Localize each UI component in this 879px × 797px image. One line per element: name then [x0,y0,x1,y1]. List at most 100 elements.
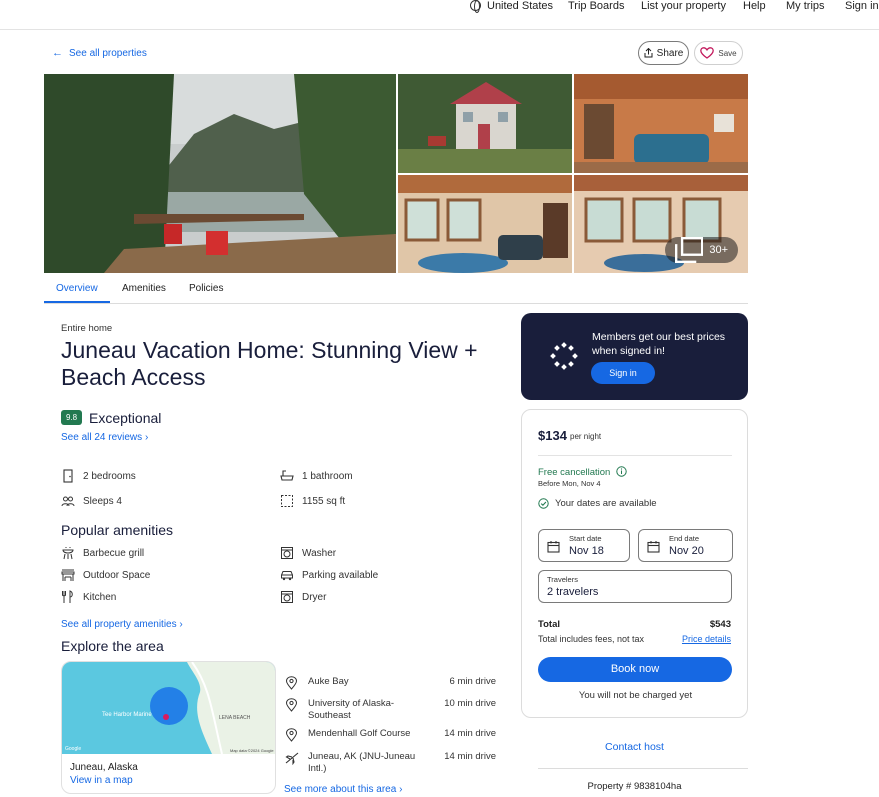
start-date-field[interactable]: Start date Nov 18 [538,529,630,562]
bathroom-feature: 1 bathroom [280,469,353,483]
poi-time: 10 min drive [444,698,496,709]
amenity-parking: Parking available [280,568,378,582]
map-pin-icon [285,676,298,690]
chevron-right-icon: › [399,784,403,795]
map-label: LENA BEACH [219,715,251,721]
view-in-map-link[interactable]: View in a map [70,775,133,786]
share-label: Share [656,47,684,59]
travelers-value: 2 travelers [547,586,599,598]
bedrooms-text: 2 bedrooms [83,470,136,482]
poi-name: Juneau, AK (JNU-Juneau Intl.) [308,751,416,774]
see-more-area-label: See more about this area [284,784,397,795]
heart-icon [700,47,715,59]
poi-time: 14 min drive [444,728,496,739]
poi-item: Auke Bay 6 min drive [285,676,500,690]
see-all-amenities-link[interactable]: See all property amenities › [61,619,183,630]
property-type: Entire home [61,323,113,334]
amenity-label: Outdoor Space [83,569,151,581]
amenity-dryer: Dryer [280,590,326,604]
photo-count: 30+ [709,244,728,256]
tab-overview[interactable]: Overview [56,283,98,294]
main-photo[interactable] [44,74,396,273]
save-button[interactable]: Save [694,41,743,65]
share-button[interactable]: Share [638,41,689,65]
tab-amenities[interactable]: Amenities [122,283,166,294]
see-all-properties-link[interactable]: ← See all properties [52,47,147,59]
cancel-deadline: Before Mon, Nov 4 [538,479,601,488]
bathtub-icon [280,469,294,483]
poi-name: Auke Bay [308,676,349,687]
region-selector[interactable]: United States [470,0,554,13]
map-pin-icon [285,698,298,712]
share-icon [644,48,653,58]
calendar-icon [647,541,660,553]
price-details-link[interactable]: Price details [682,634,731,644]
arrow-left-icon: ← [52,47,63,59]
living-room-photo[interactable] [574,74,748,173]
promo-sign-in-button[interactable]: Sign in [591,362,655,384]
size-feature: 1155 sq ft [280,494,345,508]
end-date-field[interactable]: End date Nov 20 [638,529,733,562]
map-card[interactable]: Tee Harbor Marine LENA BEACH Google Map … [61,661,276,794]
amenity-washer: Washer [280,546,336,560]
end-date-value: Nov 20 [669,545,704,557]
see-more-area-link[interactable]: See more about this area › [284,784,402,795]
loyalty-icon [550,342,578,370]
map-label: Tee Harbor Marine [102,712,152,718]
photos-icon [674,237,704,263]
door-icon [61,469,75,483]
total-label: Total [538,619,560,630]
region-label: United States [487,0,554,12]
poi-name: University of Alaska-Southeast [308,698,395,721]
free-cancellation-label: Free cancellation [538,467,611,478]
sleeps-feature: Sleeps 4 [61,494,122,508]
end-date-label: End date [669,534,700,543]
map-image[interactable] [62,662,276,754]
lounge-photo[interactable] [398,175,572,273]
page-title: Juneau Vacation Home: Stunning View + Be… [61,337,478,390]
contact-host-link[interactable]: Contact host [521,741,748,753]
active-tab-indicator [44,301,110,303]
total-note: Total includes fees, not tax [538,634,645,644]
floor-plan-icon [280,494,294,508]
reviews-link[interactable]: See all 24 reviews › [61,432,148,443]
save-label: Save [718,48,737,58]
grill-icon [61,546,75,560]
start-date-label: Start date [569,534,602,543]
see-all-amenities-label: See all property amenities [61,619,177,630]
washer-icon [280,546,294,560]
list-property-link[interactable]: List your property [641,0,726,12]
tab-policies[interactable]: Policies [189,283,223,294]
my-trips-link[interactable]: My trips [786,0,825,12]
not-charged-note: You will not be charged yet [578,690,693,701]
amenities-heading: Popular amenities [61,522,174,538]
amenity-label: Kitchen [83,591,117,603]
amenity-label: Dryer [302,591,327,603]
promo-message: Members get our best prices when signed … [592,331,726,357]
globe-icon [470,0,481,13]
poi-item: Mendenhall Golf Course 14 min drive [285,728,500,742]
sleeps-text: Sleeps 4 [83,495,122,507]
help-link[interactable]: Help [743,0,766,12]
travelers-field[interactable]: Travelers 2 travelers [538,570,732,603]
view-all-photos-button[interactable]: 30+ [664,237,738,263]
price-unit: per night [570,432,602,441]
total-value: $543 [709,619,731,630]
availability-text: Your dates are available [555,498,657,509]
house-exterior-photo[interactable] [398,74,572,173]
info-icon[interactable] [616,466,627,477]
poi-time: 6 min drive [449,676,496,687]
nightly-price: $134 [538,428,567,443]
poi-name: Mendenhall Golf Course [308,728,411,739]
bathroom-text: 1 bathroom [302,470,353,482]
map-google-logo: Google [65,746,82,752]
book-now-button[interactable]: Book now [538,657,732,682]
map-city: Juneau, Alaska [70,762,138,773]
bedrooms-feature: 2 bedrooms [61,469,136,483]
sign-in-link[interactable]: Sign in [845,0,879,12]
dining-photo[interactable]: 30+ [574,175,748,273]
map-credit: Map data ©2024 Google [230,748,274,753]
amenity-label: Washer [302,547,337,559]
poi-item: Juneau, AK (JNU-Juneau Intl.) 14 min dri… [285,751,500,777]
trip-boards-link[interactable]: Trip Boards [568,0,624,12]
